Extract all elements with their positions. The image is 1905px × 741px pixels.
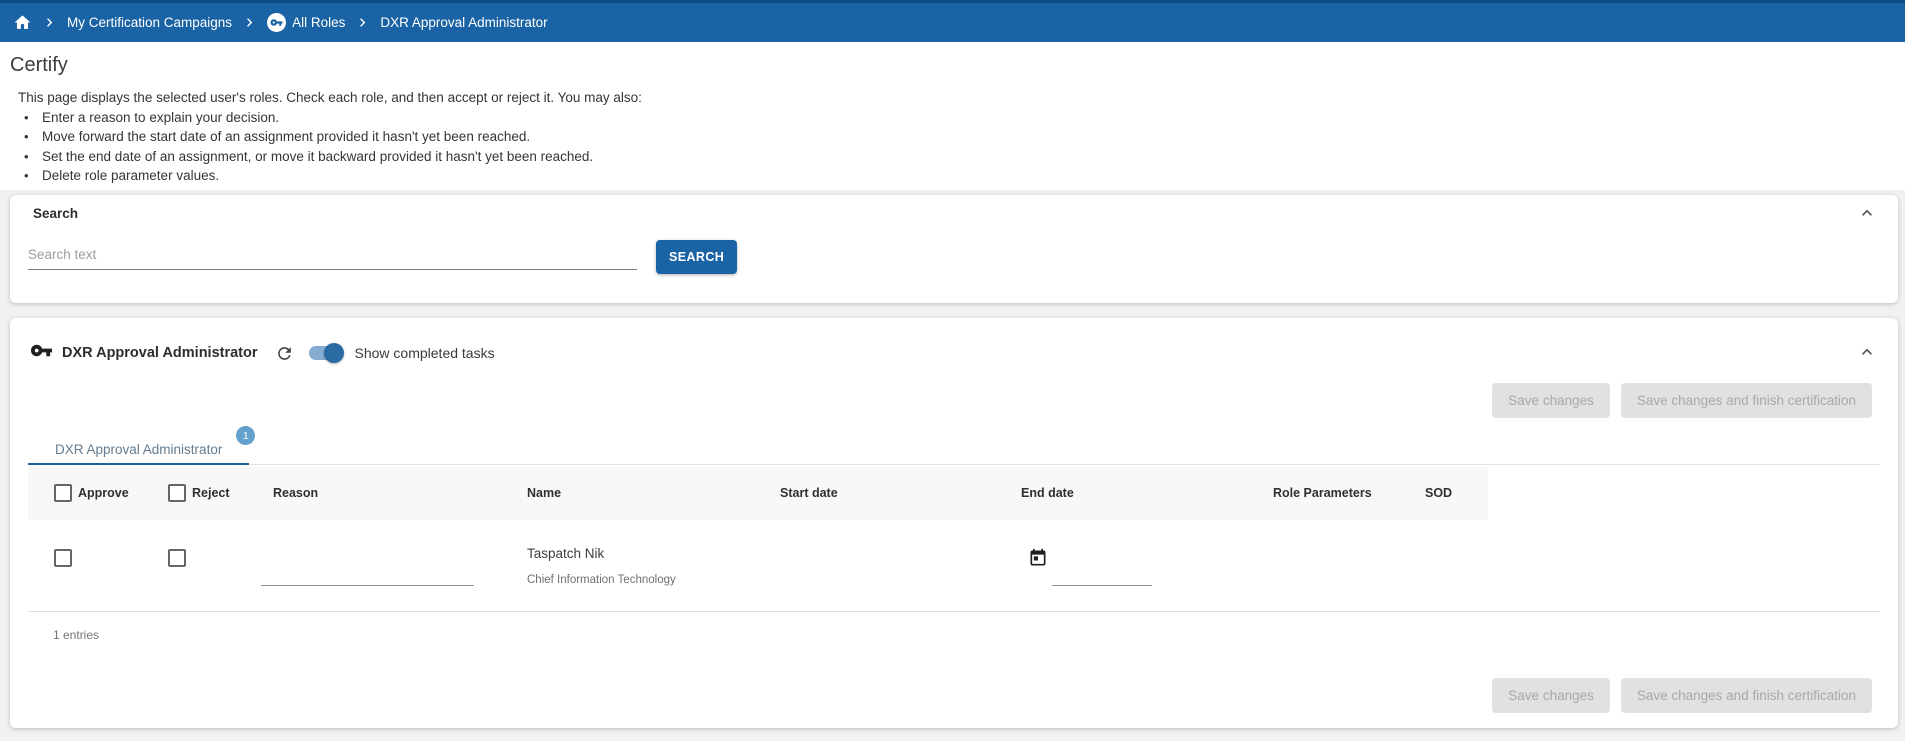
toggle-thumb (324, 343, 344, 363)
breadcrumb-item-campaigns[interactable]: My Certification Campaigns (67, 15, 232, 30)
certification-panel: DXR Approval Administrator Show complete… (10, 318, 1898, 728)
breadcrumb-item-label: DXR Approval Administrator (380, 15, 547, 30)
breadcrumb: My Certification Campaigns All Roles DXR… (0, 0, 1905, 42)
reject-checkbox[interactable] (168, 549, 186, 567)
column-header-sod: SOD (1425, 486, 1452, 500)
breadcrumb-separator-icon (41, 14, 58, 31)
instruction-item: Move forward the start date of an assign… (22, 127, 593, 146)
tab-count-badge: 1 (236, 426, 255, 445)
reason-input[interactable] (261, 562, 474, 586)
search-input[interactable] (28, 240, 637, 270)
end-date-input[interactable] (1052, 562, 1152, 586)
save-changes-button[interactable]: Save changes (1492, 678, 1610, 713)
breadcrumb-separator-icon (241, 14, 258, 31)
breadcrumb-separator-icon (354, 14, 371, 31)
tab-label: DXR Approval Administrator (55, 442, 222, 457)
reject-all-checkbox[interactable] (168, 484, 186, 502)
collapse-chevron-icon[interactable] (1857, 342, 1877, 362)
approve-checkbox[interactable] (54, 549, 72, 567)
search-panel-title: Search (33, 206, 78, 221)
column-header-end-date: End date (1021, 486, 1074, 500)
column-header-name: Name (527, 486, 561, 500)
table-row: Taspatch Nik Chief Information Technolog… (28, 520, 1880, 612)
page-description: This page displays the selected user's r… (18, 90, 642, 105)
search-panel: Search SEARCH (10, 195, 1898, 303)
panel-title: DXR Approval Administrator (62, 345, 258, 361)
save-changes-button[interactable]: Save changes (1492, 383, 1610, 418)
instruction-item: Enter a reason to explain your decision. (22, 108, 593, 127)
save-buttons-top: Save changes Save changes and finish cer… (1492, 383, 1872, 418)
save-buttons-bottom: Save changes Save changes and finish cer… (1492, 678, 1872, 713)
key-icon (30, 339, 53, 367)
approve-all-checkbox[interactable] (54, 484, 72, 502)
column-header-approve: Approve (78, 486, 129, 500)
breadcrumb-item-current[interactable]: DXR Approval Administrator (380, 15, 547, 30)
page-title: Certify (10, 54, 68, 77)
panel-header: DXR Approval Administrator Show complete… (30, 342, 495, 364)
home-link[interactable] (13, 13, 32, 32)
save-and-finish-button[interactable]: Save changes and finish certification (1621, 678, 1872, 713)
instruction-item: Delete role parameter values. (22, 166, 593, 185)
column-header-start-date: Start date (780, 486, 838, 500)
entries-count: 1 entries (53, 628, 99, 642)
home-icon (13, 13, 32, 32)
tab-dxr-approval-administrator[interactable]: DXR Approval Administrator 1 (28, 435, 249, 465)
breadcrumb-item-label: My Certification Campaigns (67, 15, 232, 30)
assignment-name: Taspatch Nik (527, 546, 604, 561)
search-button[interactable]: SEARCH (656, 240, 737, 274)
breadcrumb-item-label: All Roles (292, 15, 345, 30)
assignment-subtitle: Chief Information Technology (527, 574, 676, 586)
column-header-role-parameters: Role Parameters (1273, 486, 1372, 500)
collapse-chevron-icon[interactable] (1857, 203, 1877, 223)
calendar-icon[interactable] (1028, 548, 1048, 568)
show-completed-label: Show completed tasks (355, 345, 495, 361)
table-header: Approve Reject Reason Name Start date En… (28, 467, 1488, 520)
instruction-list: Enter a reason to explain your decision.… (22, 108, 593, 185)
column-header-reject: Reject (192, 486, 230, 500)
column-header-reason: Reason (273, 486, 318, 500)
role-key-icon (267, 13, 286, 32)
refresh-icon[interactable] (275, 344, 294, 363)
tab-bar: DXR Approval Administrator 1 (28, 435, 1880, 465)
breadcrumb-item-all-roles[interactable]: All Roles (267, 13, 345, 32)
save-and-finish-button[interactable]: Save changes and finish certification (1621, 383, 1872, 418)
instruction-item: Set the end date of an assignment, or mo… (22, 147, 593, 166)
show-completed-toggle[interactable] (307, 343, 344, 363)
